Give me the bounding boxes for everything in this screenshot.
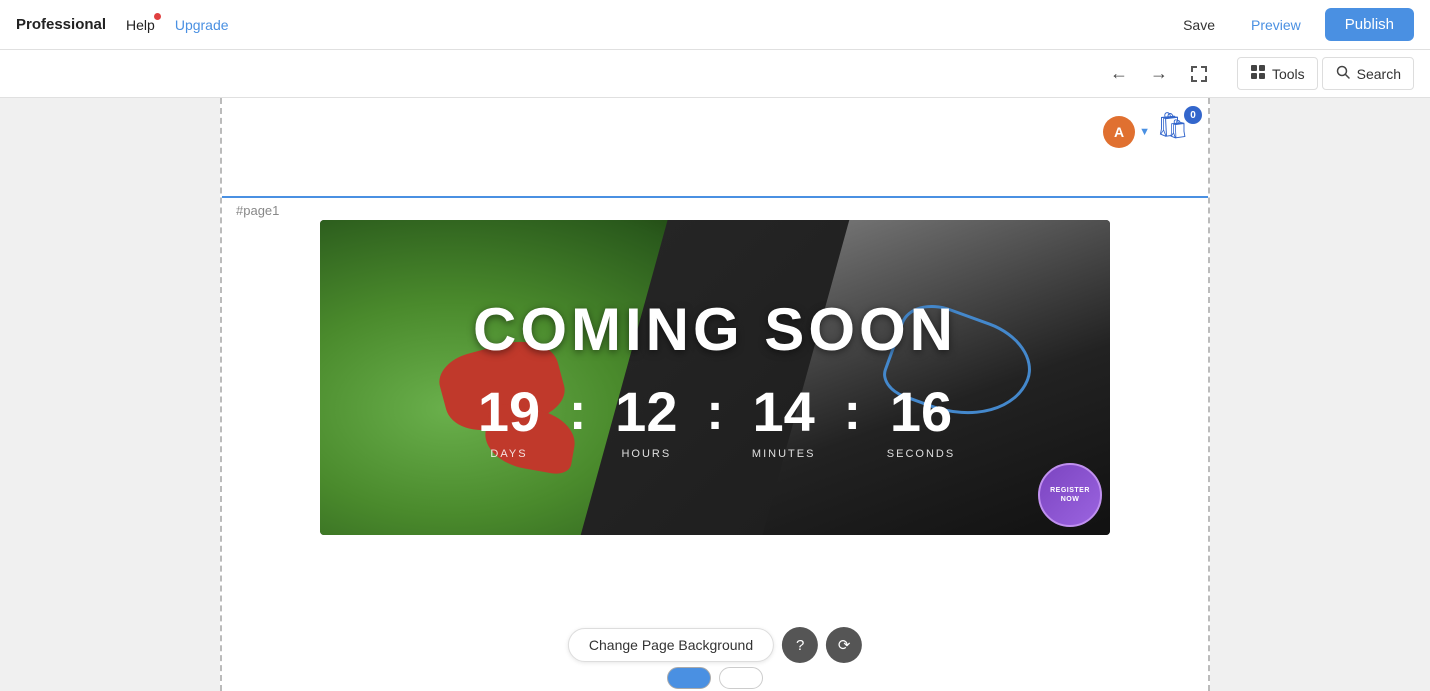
tools-button[interactable]: Tools bbox=[1237, 57, 1318, 90]
avatar[interactable]: A bbox=[1103, 116, 1135, 148]
tools-label: Tools bbox=[1272, 66, 1305, 82]
refresh-icon-button[interactable]: ⟳ bbox=[826, 627, 862, 663]
avatar-dropdown-icon: ▼ bbox=[1139, 126, 1150, 138]
days-label: DAYS bbox=[490, 448, 527, 460]
publish-button[interactable]: Publish bbox=[1325, 8, 1414, 41]
search-toolbar-button[interactable]: Search bbox=[1322, 57, 1414, 90]
redo-button[interactable]: → bbox=[1141, 56, 1177, 92]
countdown-widget[interactable]: COMING SOON 19 DAYS : 12 HOURS : 14 MINU… bbox=[320, 220, 1110, 535]
hours-value: 12 bbox=[615, 384, 677, 440]
help-button[interactable]: Help bbox=[126, 17, 155, 33]
minutes-unit: 14 MINUTES bbox=[734, 384, 834, 460]
days-value: 19 bbox=[478, 384, 540, 440]
hours-label: HOURS bbox=[621, 448, 671, 460]
question-icon: ? bbox=[796, 637, 804, 654]
canvas-area: 🛍 0 A ▼ #page1 bbox=[0, 98, 1430, 691]
left-margin bbox=[0, 98, 222, 691]
change-bg-bar: Change Page Background ? ⟳ bbox=[568, 627, 862, 663]
bottom-page-controls bbox=[667, 667, 763, 689]
countdown-timer: 19 DAYS : 12 HOURS : 14 MINUTES : bbox=[459, 384, 971, 460]
minutes-label: MINUTES bbox=[752, 448, 816, 460]
undo-button[interactable]: ← bbox=[1101, 56, 1137, 92]
save-button[interactable]: Save bbox=[1171, 11, 1227, 39]
layout-icon bbox=[1250, 64, 1266, 83]
top-nav: Professional Help Upgrade Save Preview P… bbox=[0, 0, 1430, 50]
minutes-value: 14 bbox=[753, 384, 815, 440]
cart-badge: 0 bbox=[1184, 106, 1202, 124]
nav-left: Professional Help Upgrade bbox=[16, 16, 229, 33]
change-bg-button[interactable]: Change Page Background bbox=[568, 628, 774, 662]
fit-view-button[interactable] bbox=[1181, 56, 1217, 92]
avatar-area: A ▼ bbox=[1103, 116, 1150, 148]
seconds-label: SECONDS bbox=[887, 448, 955, 460]
upgrade-link[interactable]: Upgrade bbox=[175, 17, 229, 33]
preview-button[interactable]: Preview bbox=[1239, 11, 1313, 39]
colon-2: : bbox=[696, 386, 733, 438]
help-notification-dot bbox=[154, 13, 161, 20]
countdown-content: COMING SOON 19 DAYS : 12 HOURS : 14 MINU… bbox=[320, 220, 1110, 535]
hours-unit: 12 HOURS bbox=[596, 384, 696, 460]
page-prev-button[interactable] bbox=[667, 667, 711, 689]
register-badge: REGISTER NOW bbox=[1038, 463, 1102, 527]
coming-soon-title: COMING SOON bbox=[473, 295, 957, 364]
help-icon-button[interactable]: ? bbox=[782, 627, 818, 663]
page-header-area: 🛍 0 A ▼ bbox=[222, 98, 1208, 196]
search-icon bbox=[1335, 64, 1351, 83]
page-canvas: 🛍 0 A ▼ #page1 bbox=[220, 98, 1210, 691]
cycle-icon: ⟳ bbox=[838, 636, 851, 654]
colon-1: : bbox=[559, 386, 596, 438]
page-next-button[interactable] bbox=[719, 667, 763, 689]
cart-widget[interactable]: 🛍 0 bbox=[1156, 110, 1198, 152]
brand-label: Professional bbox=[16, 16, 106, 33]
nav-right: Save Preview Publish bbox=[1171, 8, 1414, 41]
right-margin bbox=[1208, 98, 1430, 691]
search-label: Search bbox=[1357, 66, 1401, 82]
selection-line bbox=[222, 196, 1208, 198]
page-anchor-label: #page1 bbox=[236, 203, 279, 218]
seconds-unit: 16 SECONDS bbox=[871, 384, 971, 460]
colon-3: : bbox=[834, 386, 871, 438]
toolbar: ← → Tools Search bbox=[0, 50, 1430, 98]
days-unit: 19 DAYS bbox=[459, 384, 559, 460]
seconds-value: 16 bbox=[890, 384, 952, 440]
